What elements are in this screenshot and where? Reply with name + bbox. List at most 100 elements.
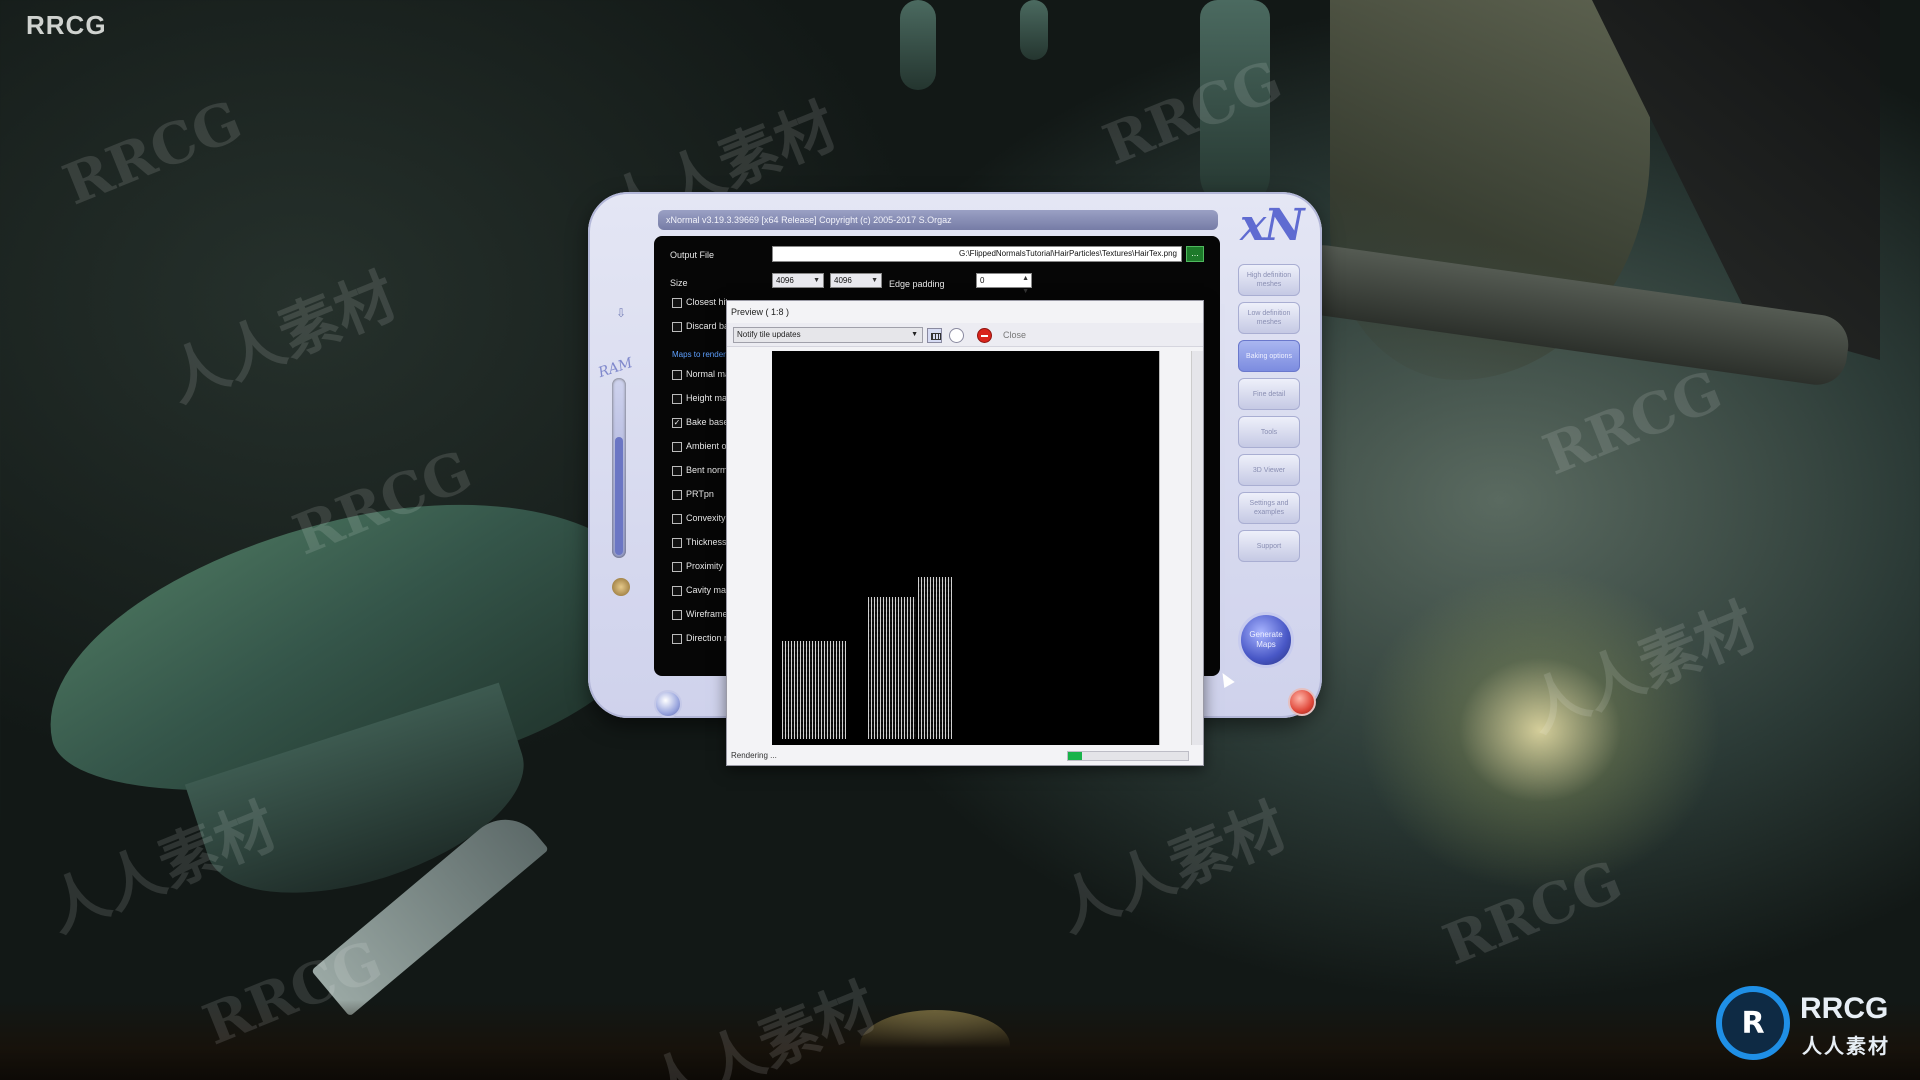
map-checkbox[interactable]	[672, 634, 682, 644]
coffee-icon[interactable]	[612, 578, 630, 596]
map-checkbox[interactable]	[672, 466, 682, 476]
ram-slider-fill	[615, 436, 623, 555]
discard-back-checkbox[interactable]	[672, 322, 682, 332]
output-file-input[interactable]: G:\FlippedNormalsTutorial\HairParticles\…	[772, 246, 1182, 262]
preview-window: Preview ( 1:8 ) Notify tile updates ▼ Clo…	[726, 300, 1204, 766]
watermark: RRCG	[1434, 847, 1632, 979]
size-height-select[interactable]: 4096 ▼	[830, 273, 882, 288]
discard-back-label: Discard back	[686, 321, 730, 331]
map-checkbox[interactable]: ✓	[672, 418, 682, 428]
brand-logo-top: RRCG	[1800, 992, 1889, 1025]
nav-button[interactable]: Baking options	[1238, 340, 1300, 372]
size-width-value: 4096	[776, 276, 794, 285]
render-progress-bar	[1067, 751, 1189, 761]
nav-button[interactable]: Support	[1238, 530, 1300, 562]
exit-button[interactable]	[1288, 688, 1316, 716]
nav-button[interactable]: Low definition meshes	[1238, 302, 1300, 334]
closest-hit-checkbox[interactable]	[672, 298, 682, 308]
map-label: PRTpn	[686, 489, 714, 499]
map-checkbox[interactable]	[672, 562, 682, 572]
spin-arrows-icon: ▲ ▼	[1022, 275, 1029, 295]
map-checkbox[interactable]	[672, 538, 682, 548]
map-checkbox[interactable]	[672, 610, 682, 620]
map-checkbox[interactable]	[672, 586, 682, 596]
edge-padding-value: 0	[980, 276, 985, 285]
notify-value: Notify tile updates	[737, 330, 801, 339]
background-shark-body	[19, 458, 681, 842]
watermark: 人人素材	[1047, 791, 1297, 947]
xnormal-logo: xN	[1240, 200, 1304, 251]
preview-scrollbar[interactable]	[1191, 351, 1203, 745]
output-file-label: Output File	[670, 250, 715, 260]
edge-padding-label: Edge padding	[889, 279, 945, 289]
tile-grid-icon[interactable]	[927, 328, 942, 343]
map-label: Ambient occlusion	[686, 441, 726, 451]
browse-button[interactable]: ...	[1186, 246, 1204, 262]
nav-button[interactable]: 3D Viewer	[1238, 454, 1300, 486]
map-label: Proximity map	[686, 561, 726, 571]
maps-to-render-title: Maps to render	[672, 350, 726, 359]
map-checkbox[interactable]	[672, 442, 682, 452]
map-checkbox[interactable]	[672, 370, 682, 380]
map-checkbox[interactable]	[672, 394, 682, 404]
map-label: Cavity map	[686, 585, 726, 595]
brand-logo-mark: R	[1716, 986, 1790, 1060]
watermark: RRCG	[284, 437, 482, 569]
notify-select[interactable]: Notify tile updates ▼	[733, 327, 923, 343]
nav-button[interactable]: Fine detail	[1238, 378, 1300, 410]
rendered-hair-tile	[868, 597, 916, 739]
close-button[interactable]: Close	[1003, 330, 1026, 340]
circle-icon[interactable]	[949, 328, 964, 343]
size-label: Size	[670, 278, 688, 288]
watermark: RRCG	[54, 87, 252, 219]
nav-button[interactable]: High definition meshes	[1238, 264, 1300, 296]
corner-logo: RRCG	[26, 10, 107, 40]
stop-icon[interactable]	[977, 328, 992, 343]
background-ground	[0, 1000, 1920, 1080]
background-arm	[1330, 0, 1650, 380]
map-label: Height map	[686, 393, 726, 403]
watermark: RRCG	[194, 927, 392, 1059]
size-height-value: 4096	[834, 276, 852, 285]
info-button[interactable]	[654, 690, 682, 718]
chevron-down-icon: ▼	[871, 277, 878, 284]
render-progress-fill	[1068, 752, 1083, 760]
background-coin	[860, 1010, 1010, 1080]
nav-button[interactable]: Tools	[1238, 416, 1300, 448]
ram-slider[interactable]	[612, 378, 626, 558]
background-blade	[1592, 0, 1880, 360]
generate-maps-button[interactable]: Generate Maps	[1238, 612, 1294, 668]
map-checkbox[interactable]	[672, 490, 682, 500]
edge-padding-stepper[interactable]: 0 ▲ ▼	[976, 273, 1032, 295]
background-hilt	[1287, 241, 1853, 389]
nav-button[interactable]: Settings and examples	[1238, 492, 1300, 524]
map-label: Convexity map	[686, 513, 726, 523]
watermark: 人人素材	[157, 261, 407, 417]
watermark: 人人素材	[1517, 591, 1767, 747]
background-tentacle	[900, 0, 936, 90]
map-label: Wireframe	[686, 609, 726, 619]
chevron-down-icon: ▼	[911, 331, 918, 338]
preview-title: Preview ( 1:8 )	[731, 307, 790, 317]
rendered-hair-tile	[918, 577, 952, 739]
map-checkbox[interactable]	[672, 514, 682, 524]
map-label: Bake base texture	[686, 417, 726, 427]
window-title[interactable]: xNormal v3.19.3.39669 [x64 Release] Copy…	[658, 210, 1218, 230]
watermark: RRCG	[1534, 357, 1732, 489]
background-knife	[311, 803, 549, 1017]
watermark: RRCG	[1094, 47, 1292, 179]
brand-logo-bottom: 人人素材	[1802, 1034, 1890, 1058]
map-label: Normal map	[686, 369, 726, 379]
size-width-select[interactable]: 4096 ▼	[772, 273, 824, 288]
render-preview-canvas	[772, 351, 1160, 745]
map-label: Thickness	[686, 537, 726, 547]
background-tentacle	[1020, 0, 1048, 60]
background-tentacle	[1200, 0, 1270, 210]
background-shark-jaw	[184, 682, 546, 928]
map-label: Direction map	[686, 633, 726, 643]
watermark: 人人素材	[637, 971, 887, 1080]
rendered-hair-tile	[782, 641, 846, 739]
pin-icon[interactable]: ⇩	[616, 306, 626, 320]
chevron-down-icon: ▼	[813, 277, 820, 284]
watermark: 人人素材	[37, 791, 287, 947]
